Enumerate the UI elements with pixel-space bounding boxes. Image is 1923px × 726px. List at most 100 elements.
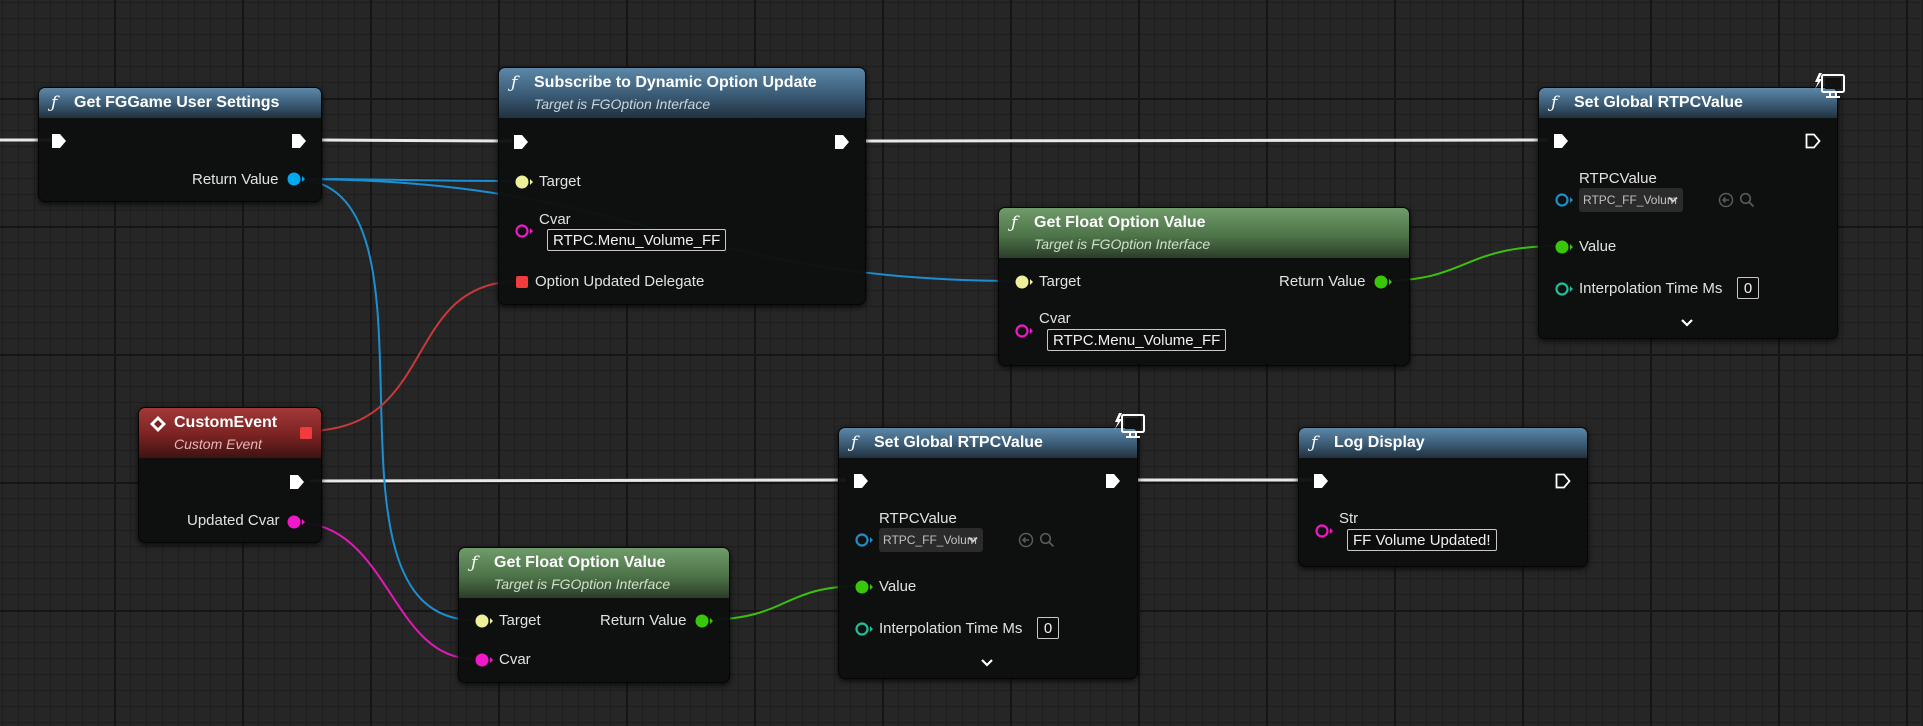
target-pin[interactable] bbox=[474, 613, 494, 629]
value-pin[interactable] bbox=[854, 579, 874, 595]
rtpcvalue-label: RTPCValue bbox=[879, 510, 957, 527]
exec-out-pin[interactable] bbox=[1105, 473, 1121, 489]
function-icon: ƒ bbox=[851, 433, 858, 453]
rtpcvalue-pin[interactable] bbox=[854, 532, 874, 548]
target-pin[interactable] bbox=[514, 174, 534, 190]
node-header[interactable]: ƒ Subscribe to Dynamic Option Update Tar… bbox=[499, 68, 865, 118]
node-header[interactable]: ƒ Get FGGame User Settings bbox=[39, 88, 321, 118]
exec-out-pin[interactable] bbox=[834, 134, 850, 150]
node-header[interactable]: ƒ Set Global RTPCValue bbox=[839, 428, 1137, 458]
return-value-pin[interactable] bbox=[1373, 274, 1393, 290]
rtpcvalue-label: RTPCValue bbox=[1579, 170, 1657, 187]
chevron-down-icon[interactable] bbox=[980, 658, 994, 668]
browse-search-icon[interactable] bbox=[1739, 192, 1755, 208]
node-header[interactable]: CustomEvent Custom Event bbox=[139, 408, 321, 458]
target-pin[interactable] bbox=[1014, 274, 1034, 290]
editor-only-monitor-icon bbox=[1815, 73, 1845, 98]
interpolation-time-label: Interpolation Time Ms bbox=[879, 620, 1023, 637]
function-icon: ƒ bbox=[1011, 213, 1018, 233]
rtpcvalue-asset-dropdown[interactable]: RTPC_FF_Volum bbox=[879, 528, 983, 552]
interpolation-time-pin[interactable] bbox=[1554, 281, 1574, 297]
rtpcvalue-pin[interactable] bbox=[1554, 192, 1574, 208]
updated-cvar-pin[interactable] bbox=[286, 514, 306, 530]
node-subtitle: Target is FGOption Interface bbox=[1034, 236, 1211, 252]
node-title: Set Global RTPCValue bbox=[874, 434, 1043, 451]
str-input[interactable]: FF Volume Updated! bbox=[1347, 529, 1497, 551]
option-updated-delegate-label: Option Updated Delegate bbox=[535, 273, 705, 290]
value-label: Value bbox=[879, 578, 917, 595]
exec-in-pin[interactable] bbox=[853, 473, 869, 489]
chevron-down-icon bbox=[1668, 196, 1678, 203]
function-icon: ƒ bbox=[1551, 93, 1558, 113]
node-header[interactable]: ƒ Get Float Option Value Target is FGOpt… bbox=[999, 208, 1409, 258]
rtpcvalue-asset-value: RTPC_FF_Volum bbox=[1583, 193, 1677, 207]
exec-wire-event-to-set-rtpc[interactable] bbox=[309, 478, 847, 483]
node-title: Subscribe to Dynamic Option Update bbox=[534, 74, 817, 91]
reset-to-default-icon[interactable] bbox=[1718, 192, 1734, 208]
node-get-fggame-user-settings[interactable]: ƒ Get FGGame User Settings Return Value bbox=[38, 87, 322, 202]
exec-wire-subscribe-to-set-rtpc[interactable] bbox=[863, 138, 1549, 143]
target-label: Target bbox=[499, 612, 541, 629]
node-subtitle: Target is FGOption Interface bbox=[494, 576, 671, 592]
object-wire-to-get-float-bottom-target[interactable] bbox=[293, 178, 475, 621]
interpolation-time-pin[interactable] bbox=[854, 621, 874, 637]
return-value-label: Return Value bbox=[1279, 273, 1366, 290]
function-icon: ƒ bbox=[51, 93, 58, 113]
node-set-global-rtpcvalue-top[interactable]: ƒ Set Global RTPCValue RTPCValue RTPC_FF… bbox=[1538, 87, 1838, 339]
event-icon bbox=[150, 416, 166, 432]
delegate-output-pin[interactable] bbox=[299, 426, 313, 440]
node-title: Log Display bbox=[1334, 434, 1425, 451]
delegate-wire[interactable] bbox=[305, 280, 521, 432]
cvar-input[interactable]: RTPC.Menu_Volume_FF bbox=[547, 229, 727, 251]
chevron-down-icon bbox=[968, 536, 978, 543]
interpolation-time-label: Interpolation Time Ms bbox=[1579, 280, 1723, 297]
node-header[interactable]: ƒ Log Display bbox=[1299, 428, 1587, 458]
reset-to-default-icon[interactable] bbox=[1018, 532, 1034, 548]
target-label: Target bbox=[539, 173, 581, 190]
chevron-down-icon[interactable] bbox=[1680, 318, 1694, 328]
node-subscribe-dynamic-option-update[interactable]: ƒ Subscribe to Dynamic Option Update Tar… bbox=[498, 67, 866, 305]
function-icon: ƒ bbox=[511, 73, 518, 93]
node-log-display[interactable]: ƒ Log Display Str FF Volume Updated! bbox=[1298, 427, 1588, 567]
node-set-global-rtpcvalue-bottom[interactable]: ƒ Set Global RTPCValue RTPCValue RTPC_FF… bbox=[838, 427, 1138, 679]
node-title: Get Float Option Value bbox=[1034, 214, 1206, 231]
node-title: Get Float Option Value bbox=[494, 554, 666, 571]
interpolation-time-input[interactable]: 0 bbox=[1037, 617, 1059, 639]
exec-out-pin[interactable] bbox=[1555, 473, 1571, 489]
node-subtitle: Custom Event bbox=[174, 436, 262, 452]
browse-search-icon[interactable] bbox=[1039, 532, 1055, 548]
exec-in-pin[interactable] bbox=[1313, 473, 1329, 489]
value-pin[interactable] bbox=[1554, 239, 1574, 255]
exec-out-pin[interactable] bbox=[291, 133, 307, 149]
node-title: Get FGGame User Settings bbox=[74, 94, 280, 111]
cvar-label: Cvar bbox=[499, 651, 531, 668]
node-get-float-option-value-bottom[interactable]: ƒ Get Float Option Value Target is FGOpt… bbox=[458, 547, 730, 683]
node-header[interactable]: ƒ Get Float Option Value Target is FGOpt… bbox=[459, 548, 729, 598]
cvar-pin[interactable] bbox=[474, 652, 494, 668]
str-pin[interactable] bbox=[1314, 523, 1334, 539]
exec-out-pin[interactable] bbox=[1805, 133, 1821, 149]
node-header[interactable]: ƒ Set Global RTPCValue bbox=[1539, 88, 1837, 118]
exec-in-pin[interactable] bbox=[1553, 133, 1569, 149]
cvar-pin[interactable] bbox=[1014, 323, 1034, 339]
node-custom-event[interactable]: CustomEvent Custom Event Updated Cvar bbox=[138, 407, 322, 543]
cvar-label: Cvar bbox=[539, 211, 571, 228]
cvar-pin[interactable] bbox=[514, 223, 534, 239]
interpolation-time-input[interactable]: 0 bbox=[1737, 277, 1759, 299]
return-value-label: Return Value bbox=[192, 171, 279, 188]
rtpcvalue-asset-dropdown[interactable]: RTPC_FF_Volum bbox=[1579, 188, 1683, 212]
value-label: Value bbox=[1579, 238, 1617, 255]
string-wire-updated-cvar[interactable] bbox=[293, 521, 475, 660]
object-wire-to-subscribe-target[interactable] bbox=[293, 178, 521, 182]
option-updated-delegate-pin[interactable] bbox=[514, 274, 530, 290]
cvar-input[interactable]: RTPC.Menu_Volume_FF bbox=[1047, 329, 1227, 351]
return-value-pin[interactable] bbox=[694, 613, 714, 629]
exec-wire-settings-to-subscribe[interactable] bbox=[320, 138, 513, 143]
return-value-pin[interactable] bbox=[286, 171, 306, 187]
exec-in-pin[interactable] bbox=[513, 134, 529, 150]
updated-cvar-label: Updated Cvar bbox=[187, 512, 280, 529]
node-title: CustomEvent bbox=[174, 414, 278, 431]
node-get-float-option-value-top[interactable]: ƒ Get Float Option Value Target is FGOpt… bbox=[998, 207, 1410, 366]
exec-in-pin[interactable] bbox=[51, 133, 67, 149]
exec-out-pin[interactable] bbox=[289, 474, 305, 490]
